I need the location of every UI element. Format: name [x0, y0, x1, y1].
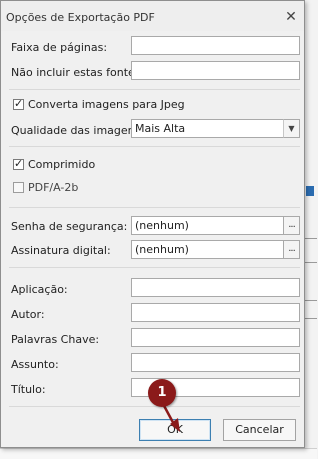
compressed-checkbox[interactable] — [13, 157, 24, 170]
exclude-fonts-label: Não incluir estas fontes: — [11, 66, 145, 79]
separator — [9, 89, 300, 90]
background-bottom-strip — [0, 448, 317, 459]
convert-jpeg-label: Converta imagens para Jpeg — [28, 98, 185, 111]
digital-signature-label: Assinatura digital: — [11, 244, 111, 257]
security-password-browse-button[interactable]: ... — [283, 216, 300, 235]
security-password-field[interactable]: (nenhum) — [131, 216, 284, 235]
separator — [9, 207, 300, 208]
background-blue-marker — [306, 186, 314, 196]
image-quality-label: Qualidade das imagens: — [11, 124, 145, 137]
dialog-title: Opções de Exportação PDF — [6, 11, 155, 24]
exclude-fonts-input[interactable] — [131, 61, 300, 80]
page-range-label: Faixa de páginas: — [11, 41, 108, 54]
background-line — [305, 262, 317, 263]
digital-signature-browse-button[interactable]: ... — [283, 240, 300, 259]
title-label: Título: — [11, 383, 46, 396]
compressed-option[interactable]: Comprimido — [13, 157, 96, 171]
page-range-input[interactable] — [131, 36, 300, 55]
convert-jpeg-checkbox[interactable] — [13, 97, 24, 110]
application-label: Aplicação: — [11, 283, 68, 296]
close-icon[interactable]: ✕ — [283, 9, 299, 25]
step-marker: 1 — [148, 379, 176, 407]
subject-label: Assunto: — [11, 358, 59, 371]
image-quality-select[interactable]: Mais Alta — [131, 119, 284, 138]
pdf-export-options-dialog: Opções de Exportação PDF ✕ Faixa de pági… — [0, 0, 305, 448]
digital-signature-field[interactable]: (nenhum) — [131, 240, 284, 259]
keywords-label: Palavras Chave: — [11, 333, 100, 346]
dialog-titlebar: Opções de Exportação PDF ✕ — [1, 1, 304, 31]
cancel-button[interactable]: Cancelar — [223, 419, 296, 441]
pdfa-checkbox[interactable] — [13, 182, 24, 193]
compressed-label: Comprimido — [28, 158, 96, 171]
security-password-label: Senha de segurança: — [11, 220, 128, 233]
separator — [9, 146, 300, 147]
chevron-down-icon[interactable]: ▼ — [283, 119, 300, 138]
convert-jpeg-option[interactable]: Converta imagens para Jpeg — [13, 97, 185, 111]
application-input[interactable] — [131, 278, 300, 297]
pdfa-option[interactable]: PDF/A-2b — [13, 181, 78, 194]
background-line — [305, 238, 317, 239]
subject-input[interactable] — [131, 353, 300, 372]
background-line — [305, 300, 317, 301]
separator — [9, 267, 300, 268]
background-line — [305, 318, 317, 319]
keywords-input[interactable] — [131, 328, 300, 347]
pdfa-label: PDF/A-2b — [28, 181, 79, 194]
separator — [9, 406, 300, 407]
author-input[interactable] — [131, 303, 300, 322]
author-label: Autor: — [11, 308, 45, 321]
